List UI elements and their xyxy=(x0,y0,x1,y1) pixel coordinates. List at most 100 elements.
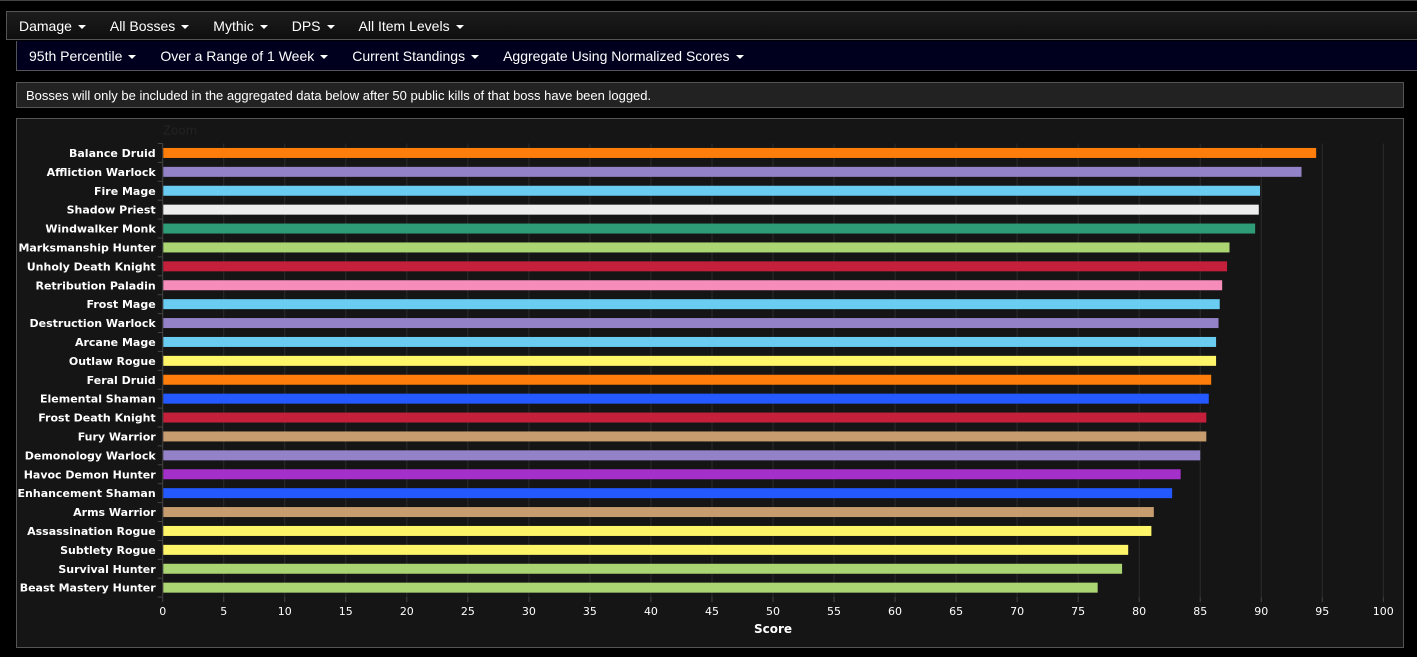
dropdown-label: Mythic xyxy=(213,17,254,34)
caret-down-icon xyxy=(326,24,335,29)
dropdown-label: DPS xyxy=(291,17,321,34)
bar[interactable] xyxy=(163,393,1209,404)
bar[interactable] xyxy=(163,299,1220,310)
caret-down-icon xyxy=(455,24,464,29)
bar[interactable] xyxy=(163,147,1317,158)
bar[interactable] xyxy=(163,507,1154,518)
dropdown-label: Damage xyxy=(19,17,72,34)
bar-chart: Balance Druid Affliction Warlock Fire Mage… xyxy=(18,124,1394,637)
primary-filter-bar: Damage All Bosses Mythic DPS All Item Le… xyxy=(6,11,1417,40)
bar[interactable] xyxy=(163,166,1302,177)
bar[interactable] xyxy=(163,336,1217,347)
y-axis-labels: Balance Druid Affliction Warlock Fire Mage… xyxy=(18,143,163,598)
caret-down-icon xyxy=(471,54,480,59)
x-tick-label: 80 xyxy=(1132,605,1146,618)
bar[interactable] xyxy=(163,412,1207,423)
category-label: Arcane Mage xyxy=(75,336,156,349)
bars xyxy=(163,147,1317,593)
caret-down-icon xyxy=(128,54,137,59)
x-tick-label: 10 xyxy=(278,605,292,618)
secondary-filter-bar: 95th Percentile Over a Range of 1 Week C… xyxy=(16,41,1417,71)
boss-dropdown[interactable]: All Bosses xyxy=(98,12,201,39)
x-tick-label: 40 xyxy=(644,605,658,618)
standings-dropdown[interactable]: Current Standings xyxy=(340,41,491,70)
x-tick-label: 0 xyxy=(159,605,166,618)
x-tick-label: 95 xyxy=(1315,605,1329,618)
x-tick-label: 65 xyxy=(949,605,963,618)
zoom-label[interactable]: Zoom xyxy=(163,124,198,138)
metric-dropdown[interactable]: Damage xyxy=(7,12,98,39)
bar[interactable] xyxy=(163,450,1201,461)
dropdown-label: All Bosses xyxy=(109,17,176,34)
category-label: Affliction Warlock xyxy=(47,166,157,179)
x-tick-label: 85 xyxy=(1193,605,1207,618)
caret-down-icon xyxy=(181,24,190,29)
bar[interactable] xyxy=(163,185,1261,196)
category-label: Balance Druid xyxy=(69,147,156,160)
dropdown-label: Aggregate Using Normalized Scores xyxy=(503,47,730,64)
item-level-dropdown[interactable]: All Item Levels xyxy=(347,12,476,39)
category-label: Feral Druid xyxy=(87,374,156,387)
x-tick-label: 20 xyxy=(400,605,414,618)
bar[interactable] xyxy=(163,488,1173,499)
x-tick-label: 15 xyxy=(339,605,353,618)
category-label: Unholy Death Knight xyxy=(27,260,156,273)
category-label: Havoc Demon Hunter xyxy=(24,468,157,481)
x-tick-label: 5 xyxy=(220,605,227,618)
x-tick-label: 75 xyxy=(1071,605,1085,618)
time-range-dropdown[interactable]: Over a Range of 1 Week xyxy=(148,41,340,70)
x-tick-label: 70 xyxy=(1010,605,1024,618)
bar[interactable] xyxy=(163,280,1223,291)
bar[interactable] xyxy=(163,223,1256,234)
x-tick-label: 25 xyxy=(461,605,475,618)
dropdown-label: All Item Levels xyxy=(358,17,450,34)
bar[interactable] xyxy=(163,582,1098,593)
x-tick-label: 90 xyxy=(1254,605,1268,618)
x-tick-label: 35 xyxy=(583,605,597,618)
category-label: Shadow Priest xyxy=(67,204,156,217)
bar[interactable] xyxy=(163,242,1230,253)
difficulty-dropdown[interactable]: Mythic xyxy=(201,12,279,39)
caret-down-icon xyxy=(320,54,329,59)
category-label: Demonology Warlock xyxy=(25,449,157,462)
bar[interactable] xyxy=(163,544,1129,555)
category-label: Survival Hunter xyxy=(58,563,156,576)
category-label: Frost Mage xyxy=(87,298,156,311)
bar[interactable] xyxy=(163,469,1181,480)
category-label: Elemental Shaman xyxy=(40,393,156,406)
category-label: Marksmanship Hunter xyxy=(18,241,156,254)
bar[interactable] xyxy=(163,261,1228,272)
dropdown-label: Current Standings xyxy=(352,47,466,64)
bar[interactable] xyxy=(163,355,1217,366)
x-tick-label: 30 xyxy=(522,605,536,618)
category-label: Windwalker Monk xyxy=(45,223,156,236)
x-tick-label: 50 xyxy=(766,605,780,618)
category-label: Assassination Rogue xyxy=(27,525,156,538)
category-label: Fire Mage xyxy=(94,185,156,198)
x-tick-label: 60 xyxy=(888,605,902,618)
x-tick-label: 100 xyxy=(1373,605,1394,618)
caret-down-icon xyxy=(259,24,268,29)
dropdown-label: Over a Range of 1 Week xyxy=(160,47,315,64)
percentile-dropdown[interactable]: 95th Percentile xyxy=(17,41,148,70)
x-axis-ticks: 0 5 10 15 20 25 30 35 40 45 50 55 60 65 70 75 80 85 90 95 10… xyxy=(159,597,1394,618)
bar[interactable] xyxy=(163,525,1152,536)
bar[interactable] xyxy=(163,431,1207,442)
category-label: Subtlety Rogue xyxy=(60,544,156,557)
role-dropdown[interactable]: DPS xyxy=(280,12,347,39)
chart-panel: Balance Druid Affliction Warlock Fire Mage… xyxy=(16,118,1404,648)
category-label: Outlaw Rogue xyxy=(69,355,156,368)
category-label: Destruction Warlock xyxy=(30,317,157,330)
caret-down-icon xyxy=(735,54,744,59)
category-label: Retribution Paladin xyxy=(35,279,155,292)
category-label: Fury Warrior xyxy=(78,430,157,443)
aggregate-dropdown[interactable]: Aggregate Using Normalized Scores xyxy=(491,41,755,70)
bar[interactable] xyxy=(163,318,1219,329)
bar[interactable] xyxy=(163,204,1259,215)
bar[interactable] xyxy=(163,563,1123,574)
dropdown-label: 95th Percentile xyxy=(29,47,123,64)
bar[interactable] xyxy=(163,374,1212,385)
category-label: Frost Death Knight xyxy=(38,412,155,425)
top-border xyxy=(0,0,1417,1)
x-axis-title: Score xyxy=(754,622,792,636)
